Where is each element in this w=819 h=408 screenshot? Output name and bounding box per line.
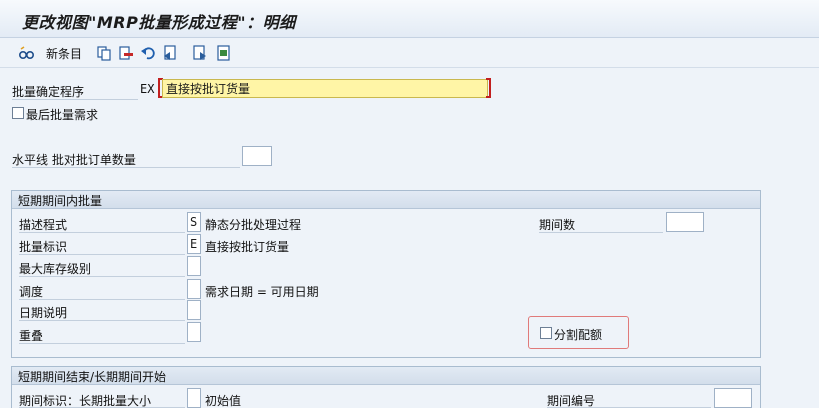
label-underline: [12, 167, 240, 168]
delete-icon: [119, 46, 133, 60]
overlap-label: 重叠: [19, 329, 44, 343]
new-entries-button[interactable]: 新条目: [46, 44, 82, 62]
max-stock-label: 最大库存级别: [19, 262, 92, 276]
last-lot-req-checkbox[interactable]: [12, 107, 24, 119]
date-spec-input[interactable]: [187, 300, 201, 320]
next-entry-icon: [193, 45, 206, 60]
descr-label: 描述程式: [19, 218, 68, 232]
previous-entry-icon: [164, 45, 176, 60]
copy-button[interactable]: [96, 44, 112, 62]
delete-button[interactable]: [118, 44, 134, 62]
period-no-input[interactable]: [714, 388, 752, 408]
next-entry-button[interactable]: [192, 44, 208, 62]
new-entries-label: 新条目: [46, 46, 83, 61]
overlap-input[interactable]: [187, 322, 201, 342]
label-underline: [12, 99, 138, 100]
label-underline: [539, 232, 663, 233]
short-term-group: 短期期间内批量: [11, 190, 761, 358]
export-icon: [217, 45, 230, 61]
max-stock-input[interactable]: [187, 256, 201, 276]
focus-bracket-right: [486, 78, 491, 98]
periods-label: 期间数: [539, 218, 576, 232]
label-underline: [19, 254, 185, 255]
split-quota-checkbox[interactable]: [540, 327, 552, 339]
date-spec-label: 日期说明: [19, 306, 68, 320]
previous-entry-button[interactable]: [162, 44, 178, 62]
last-lot-req-label: 最后批量需求: [26, 108, 99, 122]
short-term-group-header: 短期期间内批量: [12, 191, 760, 209]
label-underline: [19, 299, 185, 300]
lot-sizing-proc-label: 批量确定程序: [12, 85, 85, 99]
horizon-input[interactable]: [242, 146, 272, 166]
lot-sizing-proc-code: EX: [140, 82, 155, 96]
descr-text: 静态分批处理过程: [205, 218, 302, 232]
label-underline: [19, 276, 185, 277]
lot-sizing-proc-input[interactable]: 直接按批订货量: [162, 79, 488, 98]
undo-icon: [141, 47, 155, 60]
copy-icon: [97, 46, 111, 61]
period-ind-text: 初始值: [205, 394, 242, 408]
scheduling-text: 需求日期 = 可用日期: [205, 285, 319, 299]
period-no-label: 期间编号: [547, 394, 596, 408]
horizon-label: 水平线 批对批订单数量: [12, 153, 136, 167]
undo-button[interactable]: [140, 44, 156, 62]
period-ind-input[interactable]: [187, 388, 201, 408]
lot-ind-label: 批量标识: [19, 240, 68, 254]
label-underline: [19, 343, 185, 344]
period-ind-label: 期间标识：长期批量大小: [19, 394, 152, 408]
title-bar: 更改视图"MRP批量形成过程"：明细: [0, 0, 819, 38]
short-term-group-title: 短期期间内批量: [18, 194, 103, 208]
scheduling-label: 调度: [19, 285, 44, 299]
split-quota-label: 分割配额: [554, 328, 603, 342]
scheduling-input[interactable]: [187, 279, 201, 299]
label-underline: [19, 232, 185, 233]
window-title: 更改视图"MRP批量形成过程"：明细: [22, 13, 296, 32]
label-underline: [19, 320, 185, 321]
application-toolbar: 新条目: [0, 38, 819, 68]
glasses-icon: [18, 46, 35, 60]
long-term-group-title: 短期期间结束/长期期间开始: [18, 370, 167, 384]
lot-ind-text: 直接按批订货量: [205, 240, 290, 254]
display-change-button[interactable]: [18, 44, 36, 62]
descr-input[interactable]: S: [187, 212, 201, 232]
long-term-group-header: 短期期间结束/长期期间开始: [12, 367, 760, 385]
export-button[interactable]: [216, 44, 232, 62]
periods-input[interactable]: [666, 212, 704, 232]
lot-ind-input[interactable]: E: [187, 234, 201, 254]
